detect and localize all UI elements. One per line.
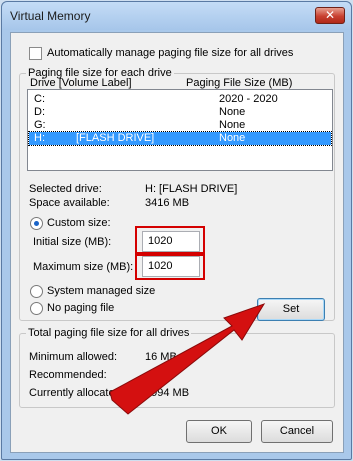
- virtual-memory-window: Virtual Memory ✕ Automatically manage pa…: [1, 1, 352, 460]
- red-arrow-annotation: [109, 303, 266, 415]
- red-arrow-shape: [109, 303, 266, 415]
